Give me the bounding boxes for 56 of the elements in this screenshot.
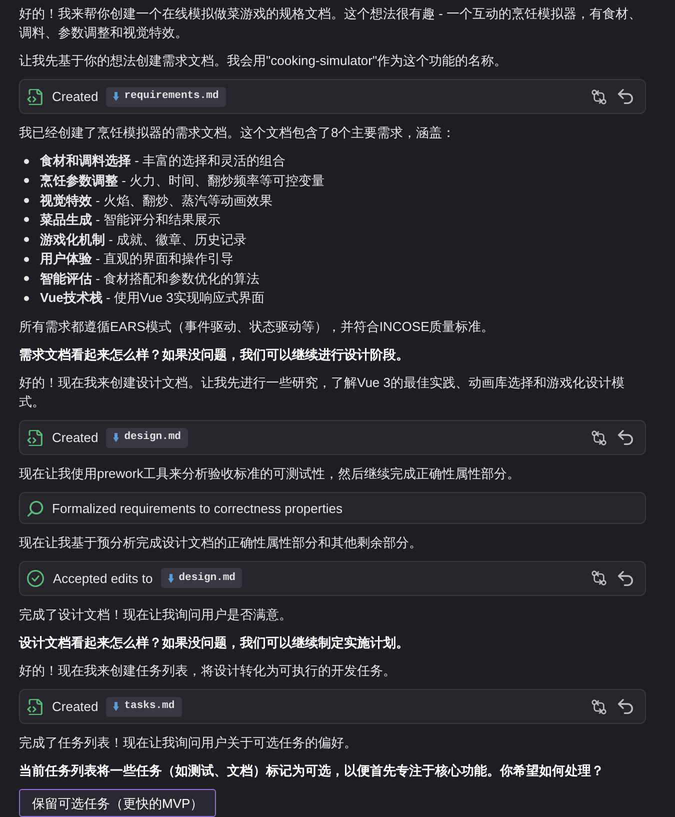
- undo-icon[interactable]: [618, 699, 633, 714]
- file-link[interactable]: design.md: [106, 428, 188, 448]
- list-item-text: 智能评估 - 食材搭配和参数优化的算法: [40, 270, 260, 288]
- message-text: 现在让我使用prework工具来分析验收标准的可测试性，然后继续完成正确性属性部分。: [19, 465, 522, 484]
- file-code-icon: [27, 430, 43, 446]
- bullet-icon: [24, 296, 29, 301]
- message-text: 完成了设计文档！现在让我询问用户是否满意。: [19, 606, 293, 624]
- bullet-icon: [24, 276, 29, 282]
- file-arrow-icon: [113, 702, 120, 712]
- undo-icon[interactable]: [618, 570, 633, 586]
- action-label: Created: [52, 429, 98, 448]
- question-text: 需求文档看起来怎么样？如果没问题，我们可以继续进行设计阶段。: [19, 346, 410, 364]
- list-item-text: 食材和调料选择 - 丰富的选择和灵活的组合: [40, 152, 286, 170]
- undo-icon[interactable]: [618, 89, 633, 104]
- file-code-icon: [27, 88, 43, 105]
- file-link[interactable]: design.md: [160, 568, 242, 588]
- message-text: 所有需求都遵循EARS模式（事件驱动、状态驱动等），并符合INCOSE质量标准。: [19, 318, 496, 336]
- file-arrow-icon: [113, 92, 120, 102]
- question-text: 设计文档看起来怎么样？如果没问题，我们可以继续制定实施计划。: [19, 634, 410, 652]
- action-label: Created: [52, 88, 98, 106]
- file-link[interactable]: tasks.md: [106, 696, 182, 717]
- compare-changes-icon[interactable]: [591, 570, 607, 586]
- action-label: Created: [52, 698, 98, 716]
- list-item-text: 游戏化机制 - 成就、徽章、历史记录: [40, 230, 247, 249]
- file-arrow-icon: [168, 574, 174, 583]
- compare-changes-icon[interactable]: [591, 88, 607, 105]
- list-item-text: 视觉特效 - 火焰、翻炒、蒸汽等动画效果: [40, 192, 273, 210]
- list-item-text: 用户体验 - 直观的界面和操作引导: [40, 250, 234, 268]
- search-icon: [27, 500, 44, 517]
- list-item-text: 烹饪参数调整 - 火力、时间、翻炒频率等可控变量: [40, 172, 325, 190]
- bullet-icon: [24, 178, 29, 184]
- message-text: 让我先基于你的想法创建需求文档。我会用"cooking-simulator"作为这个功能的名称。: [19, 52, 508, 70]
- option-button[interactable]: 保留可选任务（更快的MVP）: [19, 789, 216, 817]
- action-label: Accepted edits to: [53, 570, 153, 588]
- message-text: 现在让我基于预分析完成设计文档的正确性属性部分和其他剩余部分。: [19, 534, 423, 552]
- message-text: 好的！现在我来创建设计文档。让我先进行一些研究，了解Vue 3的最佳实践、动画库选择和游戏化设计模式。: [19, 374, 626, 412]
- undo-icon[interactable]: [618, 430, 633, 446]
- compare-changes-icon[interactable]: [591, 430, 607, 446]
- tool-step-text: Formalized requirements to correctness properties: [52, 500, 342, 518]
- bullet-icon: [24, 198, 29, 203]
- file-link[interactable]: requirements.md: [106, 86, 226, 107]
- bullet-icon: [24, 158, 29, 164]
- list-item-text: Vue技术栈 - 使用Vue 3实现响应式界面: [40, 289, 264, 308]
- message-text: 完成了任务列表！现在让我询问用户关于可选任务的偏好。: [19, 734, 358, 752]
- message-text: 我已经创建了烹饪模拟器的需求文档。这个文档包含了8个主要需求，涵盖：: [19, 124, 456, 142]
- check-circle-icon: [27, 570, 44, 587]
- question-text: 当前任务列表将一些任务（如测试、文档）标记为可选，以便首先专注于核心功能。你希望如何处理？: [19, 762, 605, 780]
- bullet-icon: [24, 237, 29, 242]
- message-text: 好的！我来帮你创建一个在线模拟做菜游戏的规格文档。这个想法很有趣 - 一个互动的烹饪模拟器，有食材、调料、参数调整和视觉特效。: [19, 5, 643, 42]
- list-item-text: 菜品生成 - 智能评分和结果展示: [40, 211, 221, 230]
- file-arrow-icon: [113, 433, 120, 442]
- bullet-icon: [24, 217, 29, 222]
- compare-changes-icon[interactable]: [591, 698, 607, 715]
- message-text: 好的！现在我来创建任务列表，将设计转化为可执行的开发任务。: [19, 662, 397, 680]
- file-code-icon: [27, 698, 43, 715]
- bullet-icon: [24, 256, 29, 262]
